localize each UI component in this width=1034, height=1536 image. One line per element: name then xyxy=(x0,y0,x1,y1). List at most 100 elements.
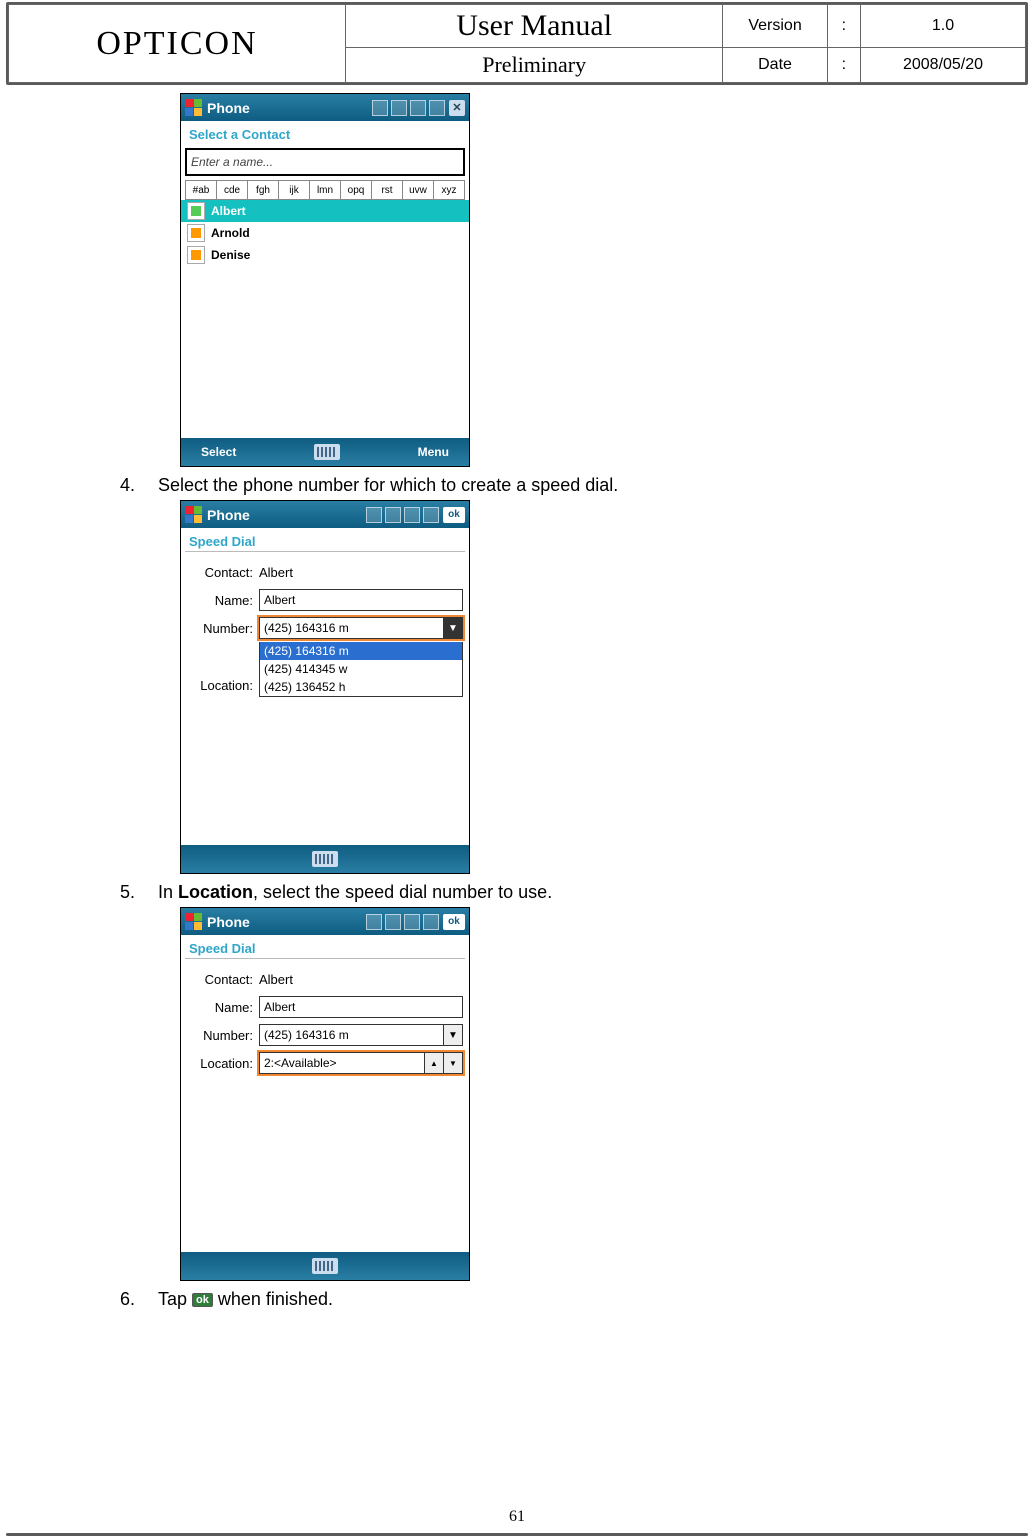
name-input[interactable]: Albert xyxy=(259,589,463,611)
index-tab[interactable]: ijk xyxy=(279,181,310,199)
phone-speed-dial-number: Phone ok Speed Dial Contact: Albert Name… xyxy=(180,500,470,874)
number-option[interactable]: (425) 414345 w xyxy=(260,660,462,678)
keyboard-icon[interactable] xyxy=(314,444,340,460)
contact-name: Albert xyxy=(211,204,246,218)
volume-icon[interactable] xyxy=(429,100,445,116)
step-4: 4. Select the phone number for which to … xyxy=(120,475,974,496)
app-title: Phone xyxy=(207,100,368,116)
step-6: 6. Tap ok when finished. xyxy=(120,1289,974,1310)
version-value: 1.0 xyxy=(861,5,1026,48)
ok-button[interactable]: ok xyxy=(443,507,465,523)
screen-subtitle: Speed Dial xyxy=(181,528,469,551)
screen-subtitle: Speed Dial xyxy=(181,935,469,958)
spinner-up-down[interactable]: ▲ xyxy=(425,1052,444,1074)
name-search-input[interactable]: Enter a name... xyxy=(185,148,465,176)
spinner-up-down[interactable]: ▼ xyxy=(444,1052,463,1074)
location-value[interactable]: 2:<Available> xyxy=(259,1052,425,1074)
connectivity-icon[interactable] xyxy=(385,507,401,523)
step-number: 4. xyxy=(120,475,158,496)
location-spinner[interactable]: 2:<Available> ▲ ▼ xyxy=(259,1052,463,1074)
contact-name: Arnold xyxy=(211,226,250,240)
colon: : xyxy=(827,5,860,48)
phone-speed-dial-location: Phone ok Speed Dial Contact: Albert Name… xyxy=(180,907,470,1281)
signal-icon[interactable] xyxy=(410,100,426,116)
connectivity-icon[interactable] xyxy=(385,914,401,930)
step-text: Tap ok when finished. xyxy=(158,1289,974,1310)
keyboard-icon[interactable] xyxy=(312,851,338,867)
volume-icon[interactable] xyxy=(423,914,439,930)
doc-header: OPTICON User Manual Version : 1.0 Prelim… xyxy=(6,2,1028,85)
number-dropdown-list[interactable]: (425) 164316 m (425) 414345 w (425) 1364… xyxy=(259,642,463,697)
title-bar: Phone ✕ xyxy=(181,94,469,121)
contact-label: Contact: xyxy=(187,565,253,580)
number-select[interactable]: (425) 164316 m ▼ xyxy=(259,1024,463,1046)
connectivity-icon[interactable] xyxy=(391,100,407,116)
input-mode-icon[interactable] xyxy=(366,507,382,523)
alpha-index[interactable]: #ab cde fgh ijk lmn opq rst uvw xyz xyxy=(185,180,465,200)
step-text-part: , select the speed dial number to use. xyxy=(253,882,552,902)
softkey-bar xyxy=(181,845,469,873)
step-5: 5. In Location, select the speed dial nu… xyxy=(120,882,974,903)
start-icon[interactable] xyxy=(185,506,203,524)
number-label: Number: xyxy=(187,621,253,636)
signal-icon[interactable] xyxy=(404,914,420,930)
page-number: 61 xyxy=(0,1508,1034,1526)
screen-subtitle: Select a Contact xyxy=(181,121,469,144)
doc-title: User Manual xyxy=(345,5,722,48)
content-area: Phone ✕ Select a Contact Enter a name...… xyxy=(60,93,974,1310)
number-option[interactable]: (425) 136452 h xyxy=(260,678,462,696)
step-text: Select the phone number for which to cre… xyxy=(158,475,974,496)
start-icon[interactable] xyxy=(185,913,203,931)
dropdown-arrow-icon[interactable]: ▼ xyxy=(444,1024,463,1046)
softkey-left[interactable]: Select xyxy=(201,445,236,459)
number-value[interactable]: (425) 164316 m xyxy=(259,1024,444,1046)
index-tab[interactable]: #ab xyxy=(186,181,217,199)
contact-row[interactable]: Arnold xyxy=(181,222,469,244)
page: OPTICON User Manual Version : 1.0 Prelim… xyxy=(0,2,1034,1536)
colon: : xyxy=(827,48,860,83)
softkey-bar xyxy=(181,1252,469,1280)
contact-row-selected[interactable]: Albert xyxy=(181,200,469,222)
number-label: Number: xyxy=(187,1028,253,1043)
input-mode-icon[interactable] xyxy=(372,100,388,116)
softkey-right[interactable]: Menu xyxy=(418,445,449,459)
contact-value: Albert xyxy=(259,972,293,987)
speed-dial-form: Contact: Albert Name: Albert Number: (42… xyxy=(181,552,469,642)
step-number: 5. xyxy=(120,882,158,903)
signal-icon[interactable] xyxy=(404,507,420,523)
status-icons xyxy=(372,100,445,116)
number-value[interactable]: (425) 164316 m xyxy=(259,617,444,639)
index-tab[interactable]: xyz xyxy=(434,181,464,199)
index-tab[interactable]: opq xyxy=(341,181,372,199)
index-tab[interactable]: fgh xyxy=(248,181,279,199)
index-tab[interactable]: cde xyxy=(217,181,248,199)
contact-row[interactable]: Denise xyxy=(181,244,469,266)
name-input[interactable]: Albert xyxy=(259,996,463,1018)
ok-icon: ok xyxy=(192,1293,213,1307)
number-select[interactable]: (425) 164316 m ▼ xyxy=(259,617,463,639)
phone-contact-picker: Phone ✕ Select a Contact Enter a name...… xyxy=(180,93,470,467)
index-tab[interactable]: lmn xyxy=(310,181,341,199)
chevron-up-icon[interactable]: ▲ xyxy=(425,1053,443,1073)
chevron-down-icon[interactable]: ▼ xyxy=(444,1053,462,1073)
start-icon[interactable] xyxy=(185,99,203,117)
date-label: Date xyxy=(723,48,827,83)
contact-name: Denise xyxy=(211,248,250,262)
name-label: Name: xyxy=(187,1000,253,1015)
close-icon[interactable]: ✕ xyxy=(449,100,465,116)
volume-icon[interactable] xyxy=(423,507,439,523)
input-mode-icon[interactable] xyxy=(366,914,382,930)
step-text-bold: Location xyxy=(178,882,253,902)
index-tab[interactable]: uvw xyxy=(403,181,434,199)
contact-value: Albert xyxy=(259,565,293,580)
contact-icon xyxy=(187,202,205,220)
brand-cell: OPTICON xyxy=(9,5,346,83)
location-label: Location: xyxy=(187,678,253,693)
contact-icon xyxy=(187,224,205,242)
ok-button[interactable]: ok xyxy=(443,914,465,930)
dropdown-arrow-icon[interactable]: ▼ xyxy=(444,617,463,639)
number-option[interactable]: (425) 164316 m xyxy=(260,642,462,660)
index-tab[interactable]: rst xyxy=(372,181,403,199)
keyboard-icon[interactable] xyxy=(312,1258,338,1274)
location-label: Location: xyxy=(187,1056,253,1071)
